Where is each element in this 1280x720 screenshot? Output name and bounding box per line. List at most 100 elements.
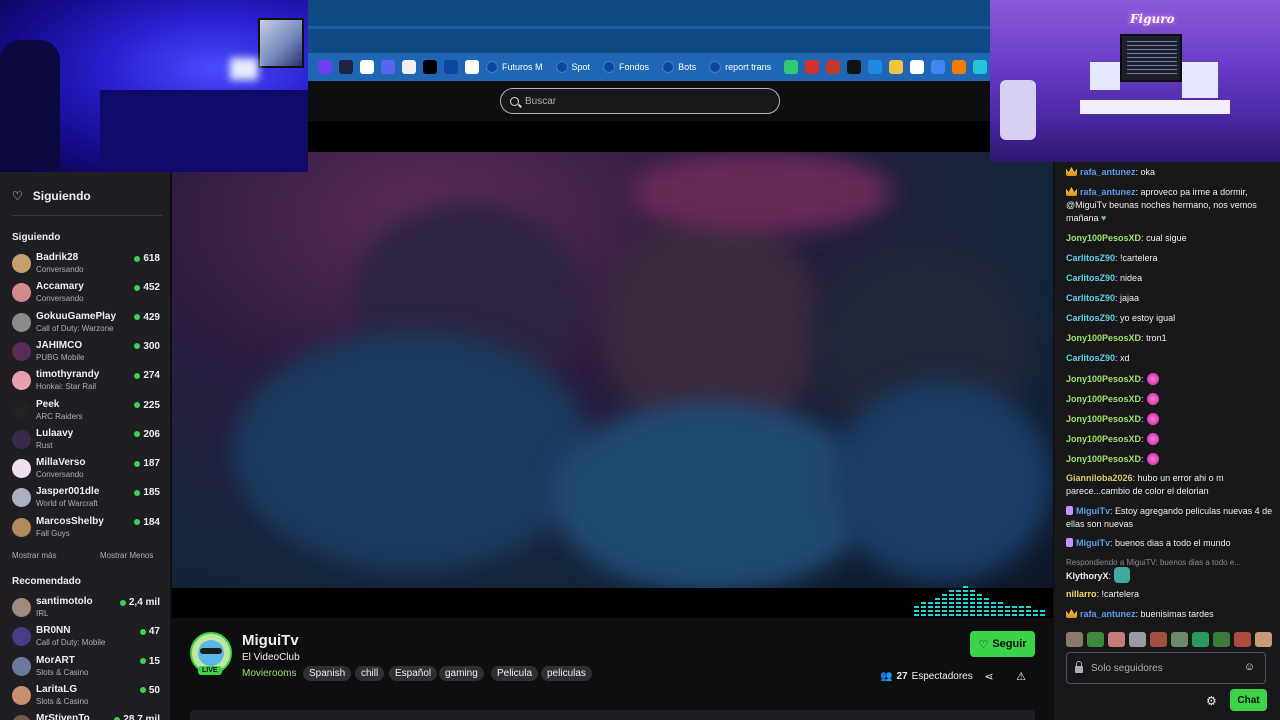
globe-icon[interactable] (360, 60, 374, 74)
channel-name: Jasper001dle (36, 486, 100, 498)
video-frame[interactable] (172, 152, 1053, 588)
tag-chip[interactable]: chill (355, 666, 385, 681)
eq-bar (970, 590, 975, 616)
channel-name: timothyrandy (36, 369, 100, 381)
chat-text: tron1 (1146, 333, 1167, 343)
bookmark-link[interactable]: Futuros M (486, 61, 549, 73)
docs-icon[interactable] (931, 60, 946, 74)
channel-row[interactable]: Lulaavy Rust 206 (12, 428, 160, 456)
emote-icon[interactable] (1087, 632, 1104, 647)
google-icon[interactable] (910, 60, 925, 74)
show-more-button[interactable]: Mostrar más (12, 551, 56, 560)
m-logo-icon[interactable] (826, 60, 841, 74)
emote-icon[interactable] (1234, 632, 1251, 647)
bookmark-link[interactable]: Fondos (603, 61, 655, 73)
tag-chip[interactable]: Español (389, 666, 438, 681)
streamer-name[interactable]: MiguiTv (242, 632, 299, 649)
triangle-icon[interactable] (423, 60, 437, 74)
channel-row[interactable]: MorART Slots & Casino 15 (12, 655, 160, 683)
chat-username[interactable]: MiguiTv (1076, 538, 1110, 548)
channel-row[interactable]: GokuuGamePlay Call of Duty: Warzone 429 (12, 311, 160, 339)
bookmark-link[interactable]: Bots (662, 61, 702, 73)
channel-row[interactable]: LaritaLG Slots & Casino 50 (12, 684, 160, 712)
tag-chip[interactable]: Pelicula (491, 666, 539, 681)
report-icon[interactable]: ⚠ (1013, 668, 1029, 684)
chat-username[interactable]: Jony100PesosXD (1066, 454, 1141, 464)
flag-icon[interactable] (805, 60, 820, 74)
chat-username[interactable]: CarlitosZ90 (1066, 273, 1115, 283)
metamask-icon[interactable] (318, 60, 332, 74)
ruler-icon[interactable] (889, 60, 904, 74)
tag-chip[interactable]: peliculas (541, 666, 592, 681)
chat-send-button[interactable]: Chat (1230, 689, 1267, 711)
emote-icon[interactable] (1192, 632, 1209, 647)
channel-row[interactable]: Jasper001dle World of Warcraft 185 (12, 486, 160, 514)
channel-row[interactable]: JAHIMCO PUBG Mobile 300 (12, 340, 160, 368)
bird-icon[interactable] (973, 60, 988, 74)
channel-row[interactable]: MillaVerso Conversando 187 (12, 457, 160, 485)
chat-username[interactable]: Jony100PesosXD (1066, 414, 1141, 424)
tag-chip[interactable]: gaming (439, 666, 484, 681)
chat-input[interactable]: Solo seguidores ☺ (1066, 652, 1266, 684)
chat-username[interactable]: MiguiTv (1076, 506, 1110, 516)
nav-following[interactable]: ♡ Siguiendo (12, 189, 91, 203)
emote-icon[interactable] (1213, 632, 1230, 647)
chat-username[interactable]: rafa_antunez (1080, 187, 1136, 197)
viewer-count: 225 (134, 400, 160, 411)
emote-icon[interactable] (1171, 632, 1188, 647)
emote-bar[interactable] (1066, 632, 1272, 647)
channel-row[interactable]: Accamary Conversando 452 (12, 281, 160, 309)
emote-icon[interactable] (1150, 632, 1167, 647)
tradingview-icon[interactable] (402, 60, 416, 74)
stream-category[interactable]: Movierooms (242, 668, 296, 679)
viewer-count-value: 15 (148, 655, 160, 667)
chat-username[interactable]: rafa_antunez (1080, 167, 1136, 177)
globe-icon-2[interactable] (465, 60, 479, 74)
chat-username[interactable]: Jony100PesosXD (1066, 333, 1141, 343)
emote-icon[interactable] (1108, 632, 1125, 647)
chat-username[interactable]: Jony100PesosXD (1066, 233, 1141, 243)
avatar (12, 429, 31, 449)
video-player[interactable] (172, 121, 1053, 618)
bookmark-link[interactable]: Spot (555, 61, 597, 73)
chat-username[interactable]: CarlitosZ90 (1066, 313, 1115, 323)
channel-name: Peek (36, 398, 60, 410)
wn-icon[interactable] (868, 60, 883, 74)
channel-row[interactable]: santimotolo IRL 2,4 mil (12, 596, 160, 624)
gear-icon[interactable]: ⚙ (1206, 694, 1217, 708)
emote-picker-icon[interactable]: ☺ (1244, 661, 1255, 673)
chrome-icon[interactable] (784, 60, 799, 74)
share-icon[interactable]: ⋖ (981, 668, 997, 684)
channel-row[interactable]: timothyrandy Honkai: Star Rail 274 (12, 369, 160, 397)
bookmark-link[interactable]: report trans (709, 61, 777, 73)
discord-icon[interactable] (381, 60, 395, 74)
chat-username[interactable]: Gianniloba2026 (1066, 473, 1133, 483)
chat-username[interactable]: Jony100PesosXD (1066, 434, 1141, 444)
emote-icon[interactable] (1255, 632, 1272, 647)
emote-icon[interactable] (1129, 632, 1146, 647)
chat-username[interactable]: KlythoryX (1066, 571, 1109, 581)
chat-username[interactable]: CarlitosZ90 (1066, 253, 1115, 263)
channel-row[interactable]: MarcosShelby Fall Guys 184 (12, 516, 160, 544)
viewer-count-value: 225 (143, 399, 160, 411)
orange-icon[interactable] (952, 60, 967, 74)
search-input[interactable]: Buscar (500, 88, 780, 114)
emote-icon[interactable] (1066, 632, 1083, 647)
chat-username[interactable]: Jony100PesosXD (1066, 374, 1141, 384)
channel-row[interactable]: Peek ARC Raiders 225 (12, 399, 160, 427)
chat-username[interactable]: CarlitosZ90 (1066, 293, 1115, 303)
bolt-icon[interactable] (339, 60, 353, 74)
tag-chip[interactable]: Spanish (303, 666, 352, 681)
show-less-button[interactable]: Mostrar Menos (100, 551, 153, 560)
chat-username[interactable]: nillarro (1066, 589, 1097, 599)
channel-row[interactable]: BR0NN Call of Duty: Mobile 47 (12, 625, 160, 653)
circle-icon[interactable] (444, 60, 458, 74)
chat-username[interactable]: Jony100PesosXD (1066, 394, 1141, 404)
chat-message: nillarro: !cartelera (1066, 589, 1140, 599)
chat-username[interactable]: CarlitosZ90 (1066, 353, 1115, 363)
d-logo-icon[interactable] (847, 60, 862, 74)
follow-button[interactable]: ♡ Seguir (970, 631, 1035, 657)
channel-row[interactable]: Badrik28 Conversando 618 (12, 252, 160, 280)
chat-username[interactable]: rafa_antunez (1080, 609, 1136, 619)
channel-row[interactable]: MrStivenTo 28,7 mil (12, 713, 160, 720)
